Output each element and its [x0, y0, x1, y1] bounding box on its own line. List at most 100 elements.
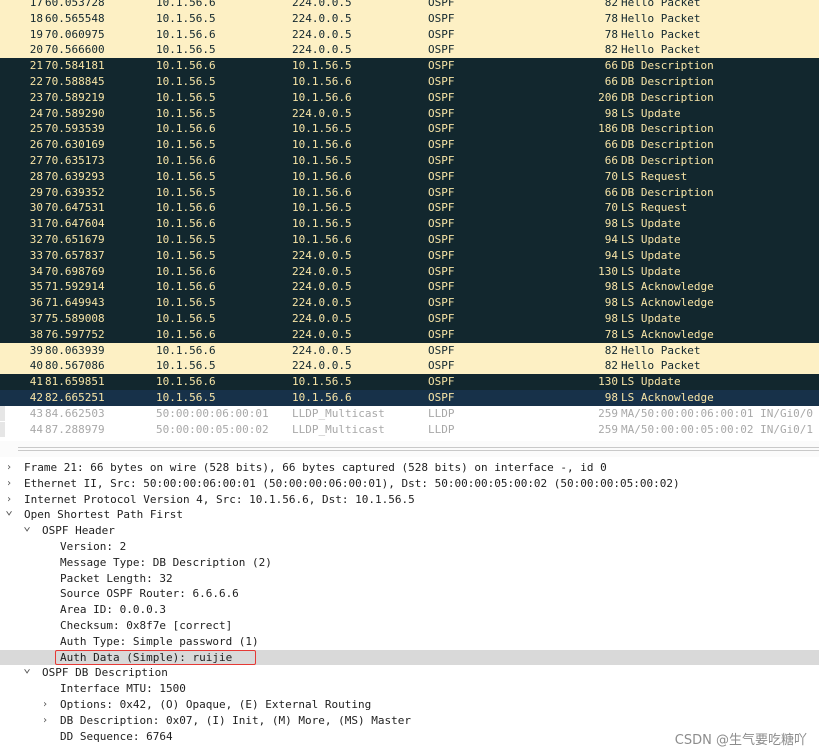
- packet-info: DB Description: [621, 122, 714, 136]
- detail-text: OSPF Header: [42, 524, 115, 538]
- packet-info: Hello Packet: [621, 27, 701, 41]
- packet-row[interactable]: 33 70.657837 10.1.56.5 224.0.0.5 OSPF 94 LS Up…: [0, 247, 819, 264]
- chevron-right-icon[interactable]: ›: [40, 697, 50, 713]
- detail-row[interactable]: › Internet Protocol Version 4, Src: 10.1.…: [0, 492, 819, 508]
- detail-text: Auth Type: Simple password (1): [60, 634, 259, 648]
- packet-row[interactable]: 32 70.651679 10.1.56.5 10.1.56.6 OSPF 94 LS Up…: [0, 232, 819, 248]
- packet-row[interactable]: 23 70.589219 10.1.56.5 10.1.56.6 OSPF 206 DB D…: [0, 89, 819, 106]
- packet-length: 186: [598, 122, 618, 136]
- packet-length: 98: [604, 217, 618, 231]
- packet-row[interactable]: 22 70.588845 10.1.56.5 10.1.56.6 OSPF 66 DB De…: [0, 74, 819, 90]
- packet-info: DB Description: [621, 90, 714, 104]
- detail-row[interactable]: ⌄ Open Shortest Path First: [0, 503, 819, 523]
- packet-row[interactable]: 30 70.647531 10.1.56.6 10.1.56.5 OSPF 70 LS Re…: [0, 200, 819, 217]
- packet-row[interactable]: 19 70.060975 10.1.56.6 224.0.0.5 OSPF 78 Hello…: [0, 26, 819, 43]
- packet-info: LS Update: [621, 217, 681, 231]
- detail-row[interactable]: › DB Description: 0x07, (I) Init, (M) Mor…: [0, 713, 819, 729]
- packet-info: MA/50:00:00:05:00:02 IN/Gi0/1 1: [621, 422, 819, 436]
- packet-row[interactable]: 24 70.589290 10.1.56.5 224.0.0.5 OSPF 98 LS Up…: [0, 105, 819, 122]
- packet-row[interactable]: 39 80.063939 10.1.56.6 224.0.0.5 OSPF 82 Hello…: [0, 342, 819, 359]
- packet-info: LS Update: [621, 264, 681, 278]
- packet-row[interactable]: 41 81.659851 10.1.56.6 10.1.56.5 OSPF 130 LS U…: [0, 374, 819, 390]
- detail-text: OSPF DB Description: [42, 666, 168, 680]
- packet-row[interactable]: 28 70.639293 10.1.56.5 10.1.56.6 OSPF 70 LS Re…: [0, 168, 819, 185]
- pane-splitter[interactable]: [0, 441, 819, 457]
- detail-row[interactable]: ⌄ OSPF DB Description: [0, 661, 819, 681]
- packet-row[interactable]: 25 70.593539 10.1.56.6 10.1.56.5 OSPF 186 DB D…: [0, 121, 819, 138]
- highlight-box: [55, 649, 256, 665]
- packet-info: LS Request: [621, 169, 688, 183]
- packet-row[interactable]: 36 71.649943 10.1.56.5 224.0.0.5 OSPF 98 LS Ac…: [0, 295, 819, 311]
- packet-length: 130: [598, 375, 618, 389]
- detail-row[interactable]: › Options: 0x42, (O) Opaque, (E) External…: [0, 697, 819, 713]
- detail-row[interactable]: Source OSPF Router: 6.6.6.6: [0, 586, 819, 602]
- packet-length: 66: [604, 185, 618, 199]
- detail-text: Message Type: DB Description (2): [60, 555, 272, 569]
- detail-row[interactable]: Interface MTU: 1500: [0, 681, 819, 697]
- packet-row[interactable]: 40 80.567086 10.1.56.5 224.0.0.5 OSPF 82 Hello…: [0, 358, 819, 375]
- packet-row[interactable]: 31 70.647604 10.1.56.6 10.1.56.5 OSPF 98 LS Up…: [0, 216, 819, 232]
- packet-length: 78: [604, 327, 618, 341]
- chevron-right-icon[interactable]: ›: [4, 476, 14, 492]
- detail-row[interactable]: › Frame 21: 66 bytes on wire (528 bits), …: [0, 460, 819, 476]
- packet-row[interactable]: 42 82.665251 10.1.56.5 10.1.56.6 OSPF 98 LS Ac…: [0, 390, 819, 406]
- packet-length: 82: [604, 359, 618, 373]
- packet-info: LS Acknowledge: [621, 391, 714, 404]
- packet-length: 98: [604, 280, 618, 294]
- detail-text: DB Description: 0x07, (I) Init, (M) More…: [60, 713, 411, 727]
- chevron-down-icon[interactable]: ⌄: [22, 661, 32, 677]
- detail-row[interactable]: Checksum: 0x8f7e [correct]: [0, 618, 819, 634]
- packet-row[interactable]: 38 76.597752 10.1.56.6 224.0.0.5 OSPF 78 LS Ac…: [0, 326, 819, 343]
- detail-row[interactable]: › Ethernet II, Src: 50:00:00:06:00:01 (50…: [0, 476, 819, 492]
- packet-row[interactable]: 18 60.565548 10.1.56.5 224.0.0.5 OSPF 78 Hello…: [0, 10, 819, 27]
- chevron-down-icon[interactable]: ⌄: [22, 519, 32, 535]
- packet-row[interactable]: 29 70.639352 10.1.56.5 10.1.56.6 OSPF 66 DB De…: [0, 184, 819, 201]
- packet-row[interactable]: 17 60.053728 10.1.56.6 224.0.0.5 OSPF 82 Hello…: [0, 0, 819, 11]
- packet-length: 130: [598, 264, 618, 278]
- packet-details-tree[interactable]: › Frame 21: 66 bytes on wire (528 bits), …: [0, 458, 819, 754]
- detail-row[interactable]: Auth Type: Simple password (1): [0, 634, 819, 650]
- packet-length: 82: [604, 343, 618, 357]
- packet-row[interactable]: 20 70.566600 10.1.56.5 224.0.0.5 OSPF 82 Hello…: [0, 42, 819, 59]
- packet-row[interactable]: 21 70.584181 10.1.56.6 10.1.56.5 OSPF 66 DB De…: [0, 58, 819, 74]
- packet-list[interactable]: 17 60.053728 10.1.56.6 224.0.0.5 OSPF 82 Hello…: [0, 0, 819, 441]
- packet-info: DB Description: [621, 138, 714, 152]
- splitter-line: [18, 447, 819, 448]
- packet-length: 66: [604, 75, 618, 88]
- detail-row[interactable]: Packet Length: 32: [0, 571, 819, 587]
- packet-info: DB Description: [621, 185, 714, 199]
- detail-row[interactable]: ⌄ OSPF Header: [0, 519, 819, 539]
- detail-row-selected[interactable]: Auth Data (Simple): ruijie: [0, 649, 819, 666]
- packet-length: 98: [604, 106, 618, 120]
- detail-row[interactable]: Message Type: DB Description (2): [0, 555, 819, 571]
- packet-length: 78: [604, 27, 618, 41]
- chevron-right-icon[interactable]: ›: [4, 460, 14, 476]
- packet-row[interactable]: 34 70.698769 10.1.56.6 224.0.0.5 OSPF 130 LS U…: [0, 263, 819, 280]
- packet-row[interactable]: 27 70.635173 10.1.56.6 10.1.56.5 OSPF 66 DB De…: [0, 153, 819, 169]
- watermark: CSDN @生气要吃糖吖: [674, 733, 807, 748]
- packet-length: 78: [604, 11, 618, 25]
- packet-info: LS Acknowledge: [621, 280, 714, 294]
- packet-length: 98: [604, 312, 618, 325]
- chevron-down-icon[interactable]: ⌄: [4, 503, 14, 519]
- packet-info: LS Update: [621, 312, 681, 325]
- detail-row[interactable]: Version: 2: [0, 539, 819, 555]
- packet-row[interactable]: 37 75.589008 10.1.56.5 224.0.0.5 OSPF 98 LS Up…: [0, 311, 819, 327]
- packet-info: LS Request: [621, 201, 688, 215]
- detail-row[interactable]: Area ID: 0.0.0.3: [0, 602, 819, 618]
- packet-length: 259: [598, 406, 618, 420]
- detail-text: Open Shortest Path First: [24, 508, 183, 522]
- splitter-line: [18, 450, 819, 451]
- chevron-right-icon[interactable]: ›: [40, 713, 50, 729]
- detail-text: Internet Protocol Version 4, Src: 10.1.5…: [24, 492, 415, 506]
- detail-text: Version: 2: [60, 540, 127, 553]
- packet-info: Hello Packet: [621, 359, 701, 373]
- packet-row[interactable]: 26 70.630169 10.1.56.5 10.1.56.6 OSPF 66 DB De…: [0, 137, 819, 153]
- packet-row[interactable]: 43 84.662503 50:00:00:06:00:01 LLDP_Multica…: [0, 405, 819, 422]
- packet-row[interactable]: 44 87.288979 50:00:00:05:00:02 LLDP_Multica…: [0, 421, 819, 438]
- packet-row[interactable]: 35 71.592914 10.1.56.6 224.0.0.5 OSPF 98 LS Ac…: [0, 279, 819, 296]
- detail-text: Source OSPF Router: 6.6.6.6: [60, 587, 239, 601]
- packet-info: DB Description: [621, 75, 714, 88]
- packet-info: Hello Packet: [621, 0, 701, 9]
- packet-info: LS Update: [621, 233, 681, 246]
